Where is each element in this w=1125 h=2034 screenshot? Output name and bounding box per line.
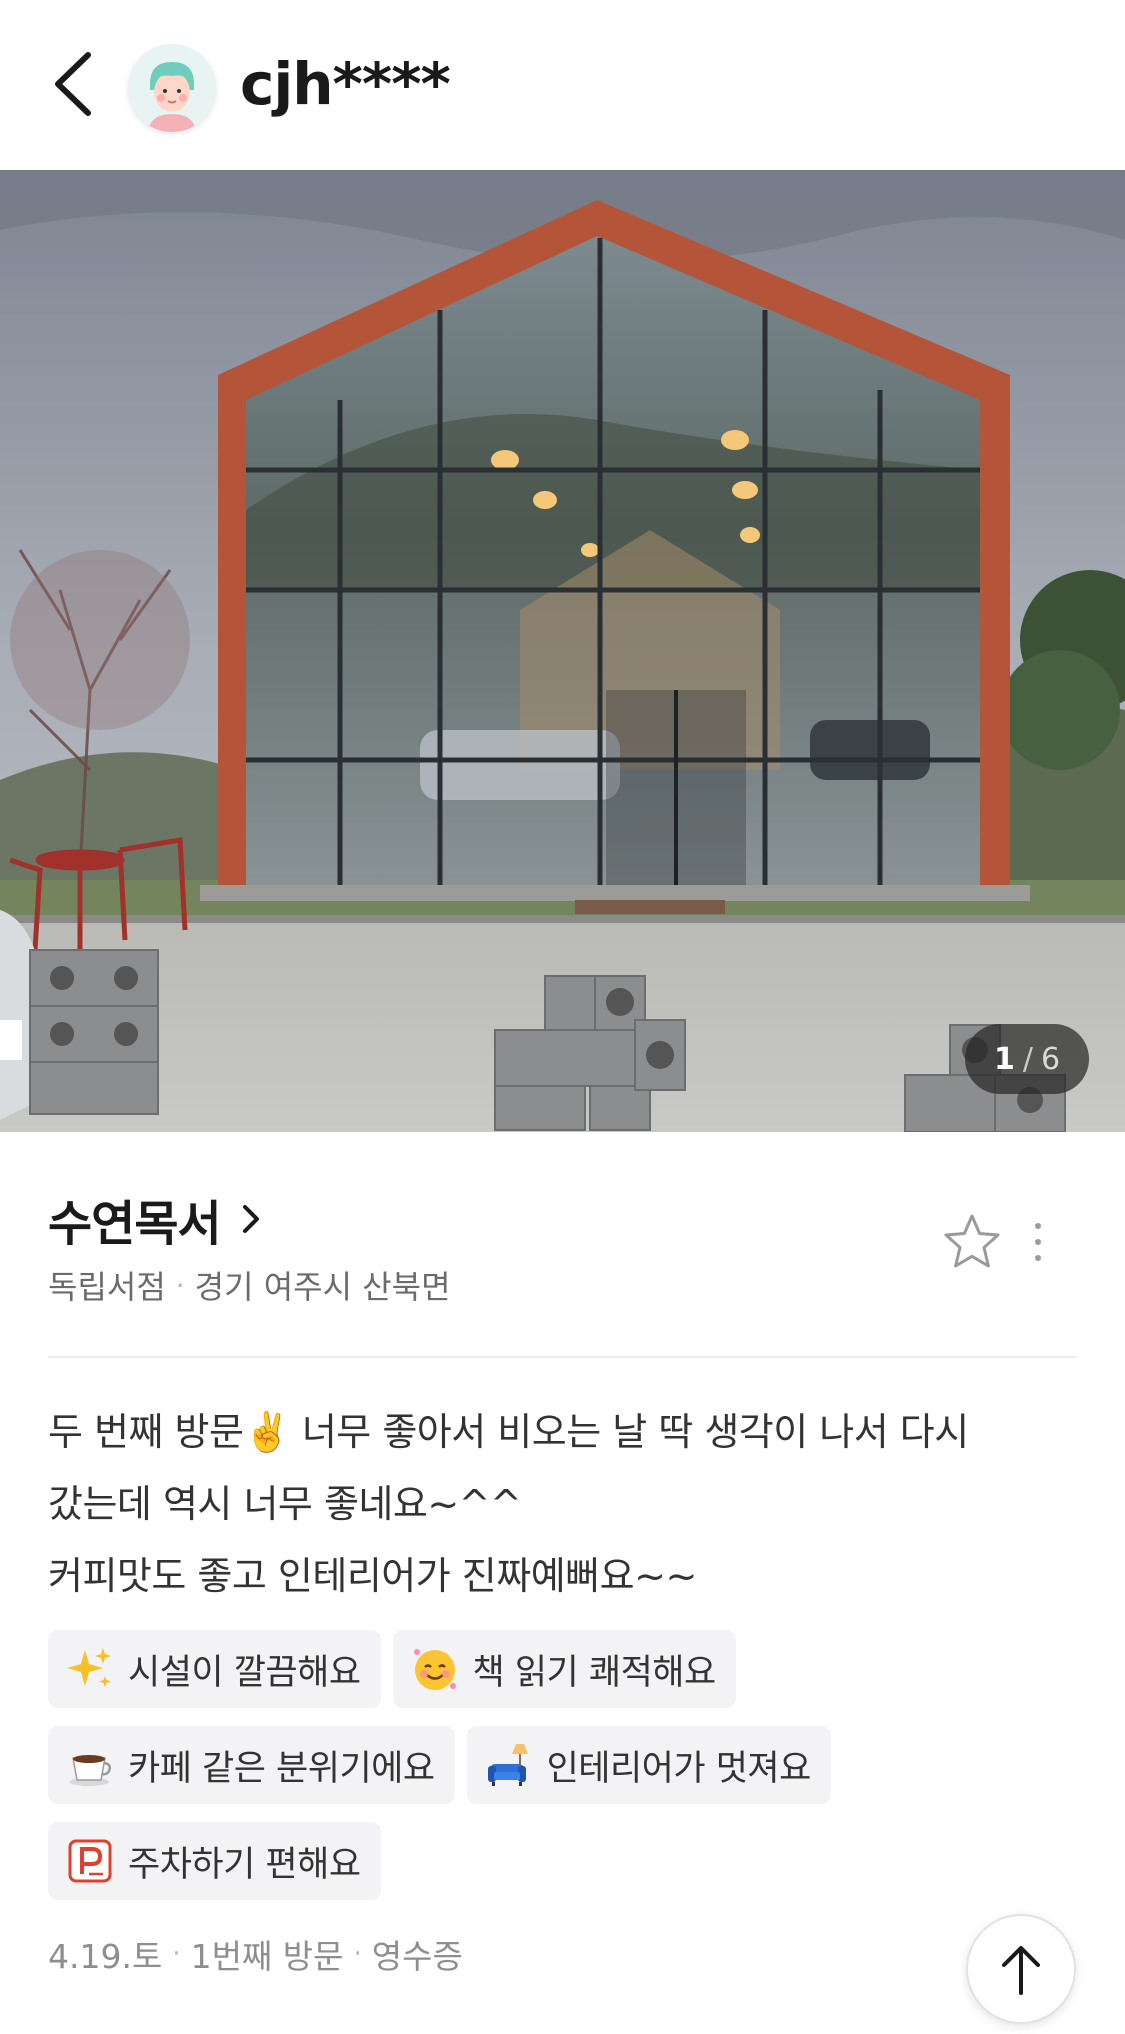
sofa-lamp-icon xyxy=(485,1741,533,1789)
tag-clean-facility: 시설이 깔끔해요 xyxy=(48,1630,381,1708)
more-options-button[interactable] xyxy=(1020,1210,1056,1274)
meta-separator: · xyxy=(353,1939,362,1969)
meta-separator: · xyxy=(172,1939,181,1969)
divider xyxy=(48,1356,1077,1358)
arrow-up-icon xyxy=(1002,1946,1040,1995)
tag-label: 주차하기 편해요 xyxy=(128,1844,361,1885)
more-dot-icon xyxy=(1035,1223,1041,1229)
photo-counter-total: 6 xyxy=(1040,1041,1061,1077)
star-outline-icon xyxy=(944,1214,1000,1268)
review-text: 두 번째 방문✌️ 너무 좋아서 비오는 날 딱 생각이 나서 다시 갔는데 역… xyxy=(48,1396,1088,1612)
photo-counter-current: 1 xyxy=(993,1041,1015,1077)
back-arrow-icon xyxy=(55,52,91,116)
keyword-tags: 시설이 깔끔해요 책 읽기 쾌적해요 카페 같은 분위기에요 인테리어가 멋져요… xyxy=(48,1630,1088,1918)
top-bar: cjh**** xyxy=(0,0,1125,170)
tag-label: 카페 같은 분위기에요 xyxy=(128,1748,435,1789)
place-link[interactable]: 수연목서 xyxy=(48,1184,265,1254)
scroll-to-top-button[interactable] xyxy=(966,1914,1076,2024)
review-line: 갔는데 역시 너무 좋네요~^^ xyxy=(48,1482,522,1526)
review-line: 커피맛도 좋고 인테리어가 진짜예뻐요~~ xyxy=(48,1554,697,1598)
more-dot-icon xyxy=(1035,1239,1041,1245)
photo-counter: 1 / 6 xyxy=(965,1024,1089,1094)
tag-label: 인테리어가 멋져요 xyxy=(546,1748,812,1789)
photo-counter-separator: / xyxy=(1022,1041,1033,1077)
place-category: 독립서점 xyxy=(48,1268,166,1306)
save-star-button[interactable] xyxy=(940,1210,1004,1274)
tag-cafe-atmosphere: 카페 같은 분위기에요 xyxy=(48,1726,455,1804)
review-line: 두 번째 방문✌️ 너무 좋아서 비오는 날 딱 생각이 나서 다시 xyxy=(48,1410,969,1454)
sparkles-icon xyxy=(66,1645,114,1693)
smiling-face-icon xyxy=(411,1645,459,1693)
coffee-cup-icon xyxy=(66,1741,114,1789)
tag-label: 시설이 깔끔해요 xyxy=(128,1652,361,1693)
tag-comfortable-reading: 책 읽기 쾌적해요 xyxy=(392,1630,736,1708)
place-name[interactable]: 수연목서 xyxy=(48,1184,222,1254)
username[interactable]: cjh**** xyxy=(240,50,451,118)
chevron-right-icon xyxy=(242,1205,259,1233)
user-avatar-icon xyxy=(128,44,216,132)
visit-meta: 4.19.토 · 1번째 방문 · 영수증 xyxy=(48,1930,463,1978)
tag-easy-parking: 주차하기 편해요 xyxy=(48,1822,381,1900)
back-button[interactable] xyxy=(40,44,104,124)
user-avatar[interactable] xyxy=(128,44,216,132)
tag-nice-interior: 인테리어가 멋져요 xyxy=(466,1726,831,1804)
place-location: 경기 여주시 산북면 xyxy=(194,1268,451,1306)
review-photo[interactable]: 1 / 6 xyxy=(0,170,1125,1132)
more-dot-icon xyxy=(1035,1255,1041,1261)
verification-method: 영수증 xyxy=(371,1937,463,1976)
place-meta: 독립서점 · 경기 여주시 산북면 xyxy=(48,1262,451,1308)
parking-icon xyxy=(66,1837,114,1885)
meta-separator: · xyxy=(175,1268,185,1302)
tag-label: 책 읽기 쾌적해요 xyxy=(472,1652,717,1693)
building-photo-image xyxy=(0,170,1125,1132)
visit-count: 1번째 방문 xyxy=(190,1937,344,1976)
visit-date: 4.19.토 xyxy=(48,1937,163,1976)
